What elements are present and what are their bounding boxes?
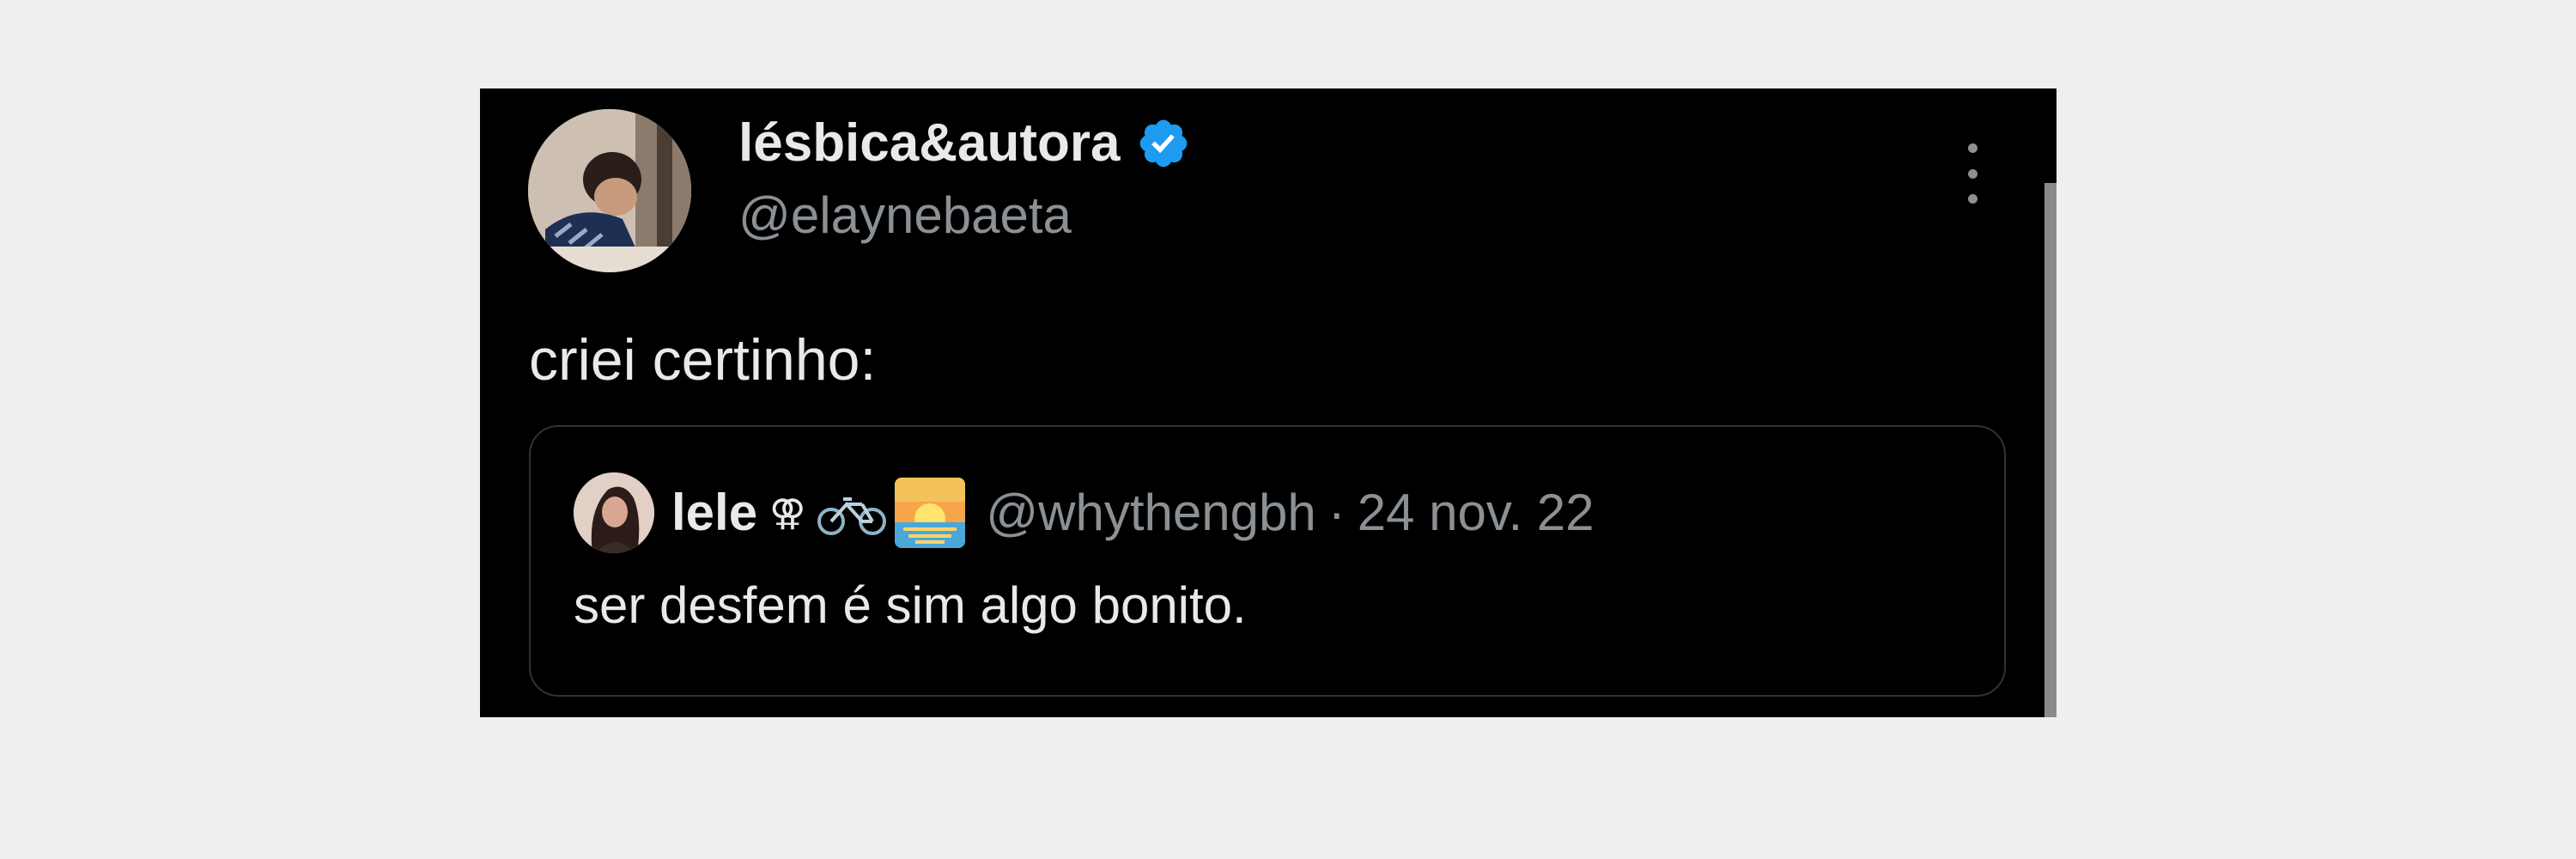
quoted-tweet-header: lele ⚢ @whythengbh · 24 nov. 22 [574, 470, 1595, 556]
quoted-tweet-date: 24 nov. 22 [1357, 484, 1595, 541]
tweet-card[interactable]: lésbica&autora @elaynebaeta criei certin… [480, 88, 2057, 717]
author-name-row[interactable]: lésbica&autora [738, 116, 1191, 171]
bicycle-emoji-icon [816, 487, 888, 539]
quoted-tweet-text: ser desfem é sim algo bonito. [574, 576, 1247, 634]
quoted-avatar-photo-icon [574, 472, 654, 553]
sunrise-emoji-icon [895, 478, 966, 548]
tweet-text: criei certinho: [529, 327, 877, 393]
scrollbar[interactable] [2044, 183, 2057, 717]
more-vertical-icon[interactable] [1961, 143, 1984, 204]
separator-dot: · [1327, 484, 1346, 541]
author-display-name[interactable]: lésbica&autora [738, 117, 1121, 170]
quoted-tweet[interactable]: lele ⚢ @whythengbh · 24 nov. 22 ser desf… [529, 425, 2006, 697]
quoted-author-name: lele [671, 484, 758, 541]
quoted-author-avatar [574, 472, 654, 553]
quoted-author-handle: @whythengbh [986, 484, 1316, 541]
avatar[interactable] [528, 109, 691, 272]
avatar-photo-icon [528, 109, 691, 272]
verified-badge-icon [1136, 116, 1191, 171]
author-handle[interactable]: @elaynebaeta [738, 190, 1072, 241]
lesbian-symbol: ⚢ [769, 492, 806, 533]
